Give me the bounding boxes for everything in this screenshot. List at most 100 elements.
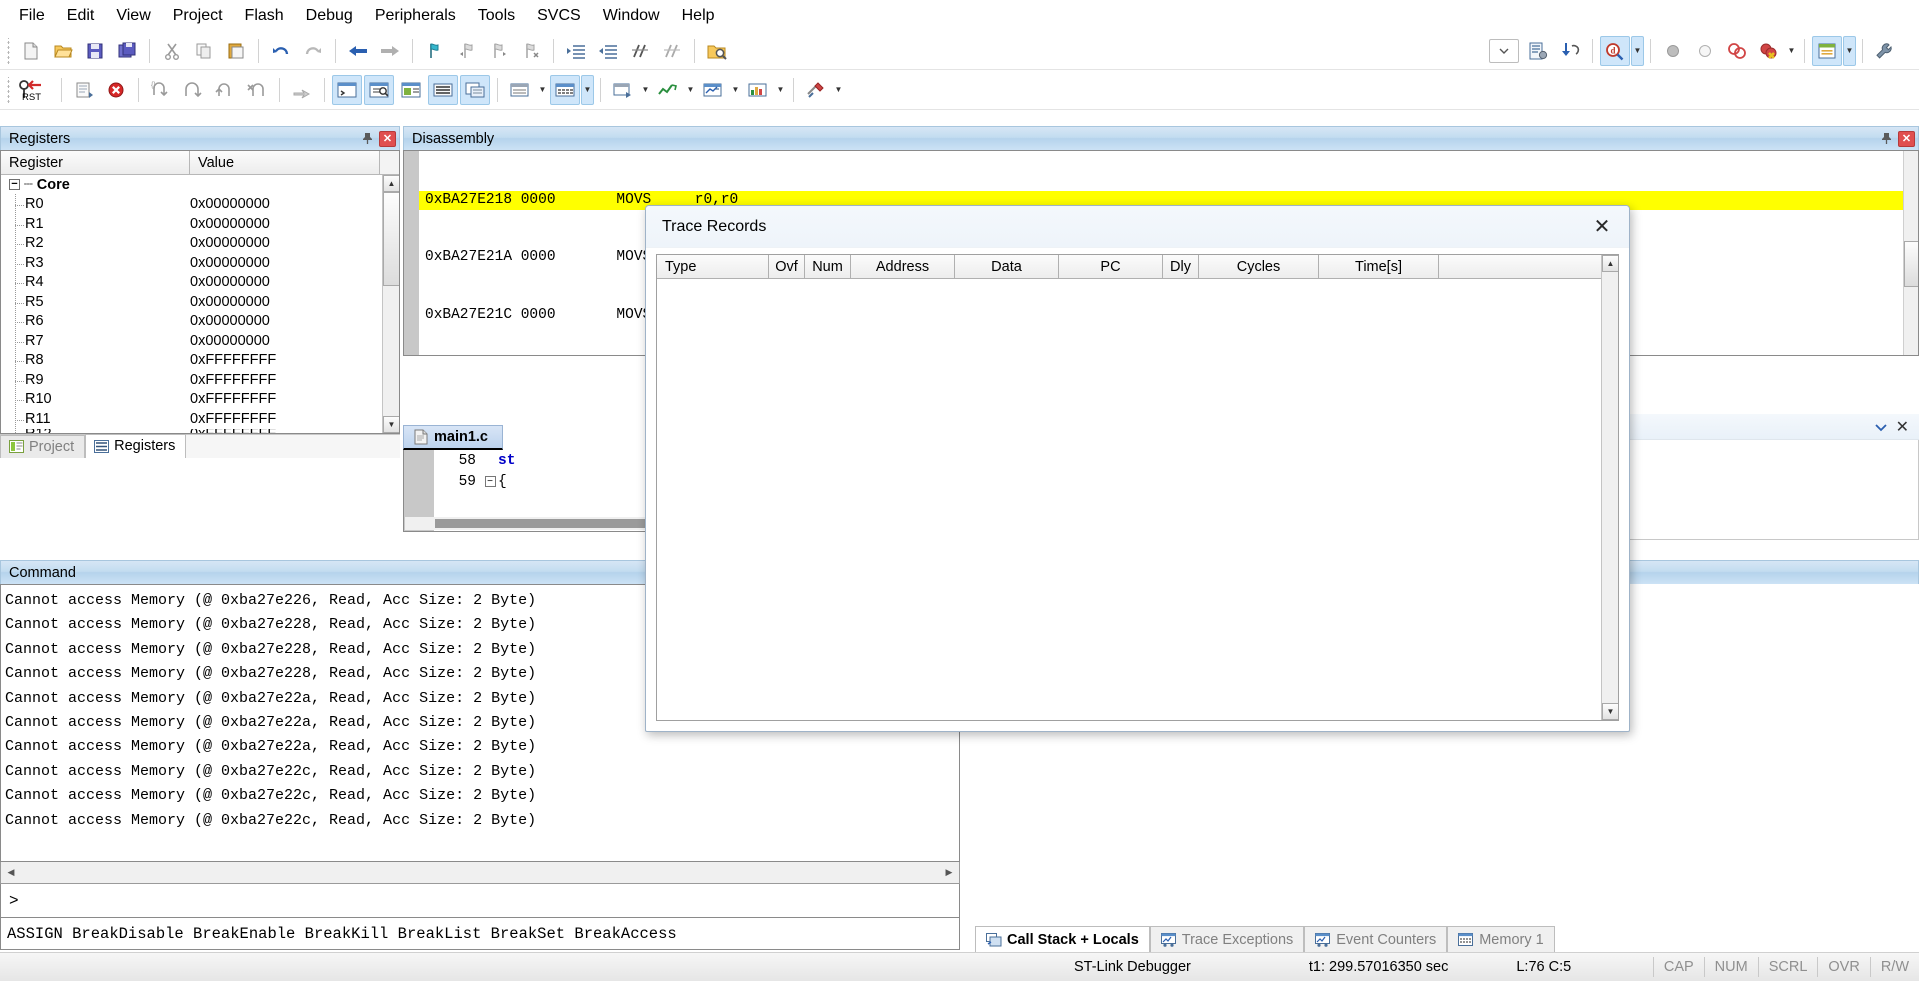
trace-records-dialog[interactable]: Trace Records ✕ Type Ovf Num Address Dat… xyxy=(645,205,1630,732)
register-value[interactable]: 0x00000000 xyxy=(190,294,380,310)
tab-memory-1[interactable]: Memory 1 xyxy=(1447,926,1555,953)
column-header-register[interactable]: Register xyxy=(1,151,190,174)
step-over-button[interactable] xyxy=(178,75,208,105)
symbols-window-button[interactable] xyxy=(396,75,426,105)
pin-icon[interactable] xyxy=(358,130,376,148)
scrollbar-thumb[interactable] xyxy=(1904,241,1918,287)
menu-help[interactable]: Help xyxy=(671,3,726,29)
register-value[interactable]: 0xFFFFFFFF xyxy=(190,352,380,368)
toolbar-grip[interactable] xyxy=(6,37,11,64)
register-value[interactable]: 0x00000000 xyxy=(190,235,380,251)
show-next-statement-button[interactable] xyxy=(287,75,317,105)
callstack-window-button[interactable] xyxy=(460,74,490,105)
bookmark-next-button[interactable] xyxy=(484,36,514,66)
window-layout-button[interactable] xyxy=(1812,35,1842,66)
run-to-cursor-button[interactable] xyxy=(242,75,272,105)
command-window-button[interactable] xyxy=(332,74,362,105)
paste-button[interactable] xyxy=(221,36,251,66)
table-row[interactable]: R2 0x00000000 xyxy=(1,234,399,254)
fold-collapse-icon[interactable]: − xyxy=(482,476,498,487)
register-value[interactable]: 0x00000000 xyxy=(190,313,380,329)
editor-tab-main1c[interactable]: main1.c xyxy=(403,425,503,450)
register-value[interactable]: 0x00000000 xyxy=(190,216,380,232)
menu-svcs[interactable]: SVCS xyxy=(526,3,592,29)
pin-icon[interactable] xyxy=(1877,130,1895,148)
bookmark-clear-button[interactable] xyxy=(516,36,546,66)
navigate-back-button[interactable] xyxy=(343,36,373,66)
menu-tools[interactable]: Tools xyxy=(467,3,526,29)
toolbox-button[interactable] xyxy=(801,75,831,105)
table-row[interactable]: R12 0xFFFFFFFF xyxy=(1,429,399,434)
register-value[interactable]: 0x00000000 xyxy=(190,255,380,271)
system-viewer-button[interactable] xyxy=(743,75,773,105)
menu-peripherals[interactable]: Peripherals xyxy=(364,3,467,29)
registers-window-button[interactable] xyxy=(428,74,458,105)
close-icon[interactable]: ✕ xyxy=(1587,212,1617,242)
table-row[interactable]: R1 0x00000000 xyxy=(1,214,399,234)
scroll-up-icon[interactable]: ▲ xyxy=(1602,255,1618,272)
scroll-up-icon[interactable]: ▲ xyxy=(383,175,399,192)
trace-table-rows[interactable] xyxy=(657,279,1618,720)
navigate-forward-button[interactable] xyxy=(375,36,405,66)
indent-button[interactable] xyxy=(561,36,591,66)
toolbox-dropdown-arrow[interactable]: ▼ xyxy=(832,75,845,105)
menu-window[interactable]: Window xyxy=(592,3,671,29)
outdent-button[interactable] xyxy=(593,36,623,66)
table-row[interactable]: R6 0x00000000 xyxy=(1,312,399,332)
trace-records-table[interactable]: Type Ovf Num Address Data PC Dly Cycles … xyxy=(656,254,1619,721)
registers-vertical-scrollbar[interactable]: ▲ ▼ xyxy=(382,175,399,433)
column-header-address[interactable]: Address xyxy=(851,255,955,279)
register-value[interactable]: 0x00000000 xyxy=(190,196,380,212)
scroll-right-icon[interactable]: ▶ xyxy=(939,863,959,883)
watch-dropdown-arrow[interactable]: ▼ xyxy=(536,75,549,105)
analysis-windows-button[interactable] xyxy=(653,75,683,105)
disassembly-window-button[interactable] xyxy=(364,74,394,105)
breakpoint-disabled-icon-button[interactable] xyxy=(1658,36,1688,66)
column-header-times[interactable]: Time[s] xyxy=(1319,255,1439,279)
chevron-down-icon[interactable] xyxy=(1874,422,1888,432)
close-icon[interactable]: ✕ xyxy=(1896,417,1909,437)
scroll-down-icon[interactable]: ▼ xyxy=(1602,703,1618,720)
serial-dropdown-arrow[interactable]: ▼ xyxy=(639,75,652,105)
command-input[interactable]: > xyxy=(0,884,960,918)
menu-file[interactable]: File xyxy=(8,3,56,29)
system-viewer-dropdown-arrow[interactable]: ▼ xyxy=(774,75,787,105)
menu-flash[interactable]: Flash xyxy=(234,3,295,29)
table-row[interactable]: R7 0x00000000 xyxy=(1,331,399,351)
manage-components-button[interactable] xyxy=(1555,36,1585,66)
column-header-value[interactable]: Value xyxy=(190,151,380,174)
column-header-cycles[interactable]: Cycles xyxy=(1199,255,1319,279)
target-selector-dropdown[interactable] xyxy=(1489,38,1519,63)
comment-button[interactable] xyxy=(625,36,655,66)
new-file-button[interactable] xyxy=(16,36,46,66)
table-row[interactable]: R10 0xFFFFFFFF xyxy=(1,390,399,410)
table-row[interactable]: R8 0xFFFFFFFF xyxy=(1,351,399,371)
trace-windows-button[interactable] xyxy=(698,75,728,105)
memory-windows-button[interactable] xyxy=(550,74,580,105)
kill-breakpoints-button[interactable] xyxy=(1754,36,1784,66)
close-icon[interactable]: ✕ xyxy=(1898,130,1915,147)
table-row[interactable]: R4 0x00000000 xyxy=(1,273,399,293)
column-header-pc[interactable]: PC xyxy=(1059,255,1163,279)
trace-vertical-scrollbar[interactable]: ▲ ▼ xyxy=(1601,255,1618,720)
disassembly-gutter[interactable] xyxy=(404,151,419,355)
uncomment-button[interactable] xyxy=(657,36,687,66)
redo-button[interactable] xyxy=(298,36,328,66)
menu-debug[interactable]: Debug xyxy=(295,3,364,29)
reset-cpu-button[interactable]: RST xyxy=(16,75,54,105)
column-header-data[interactable]: Data xyxy=(955,255,1059,279)
toolbar-grip[interactable] xyxy=(6,76,11,103)
dock-tab-project[interactable]: Project xyxy=(0,435,86,458)
collapse-icon[interactable]: − xyxy=(9,179,20,191)
menu-edit[interactable]: Edit xyxy=(56,3,106,29)
menu-view[interactable]: View xyxy=(105,3,161,29)
breakpoint-empty-icon-button[interactable] xyxy=(1690,36,1720,66)
stop-button[interactable] xyxy=(101,75,131,105)
trace-dropdown-arrow[interactable]: ▼ xyxy=(729,75,742,105)
save-button[interactable] xyxy=(80,36,110,66)
table-row[interactable]: R5 0x00000000 xyxy=(1,292,399,312)
close-icon[interactable]: ✕ xyxy=(379,130,396,147)
column-header-dly[interactable]: Dly xyxy=(1163,255,1199,279)
breakpoints-dropdown-arrow[interactable]: ▼ xyxy=(1785,36,1798,66)
table-row[interactable]: R11 0xFFFFFFFF xyxy=(1,409,399,429)
